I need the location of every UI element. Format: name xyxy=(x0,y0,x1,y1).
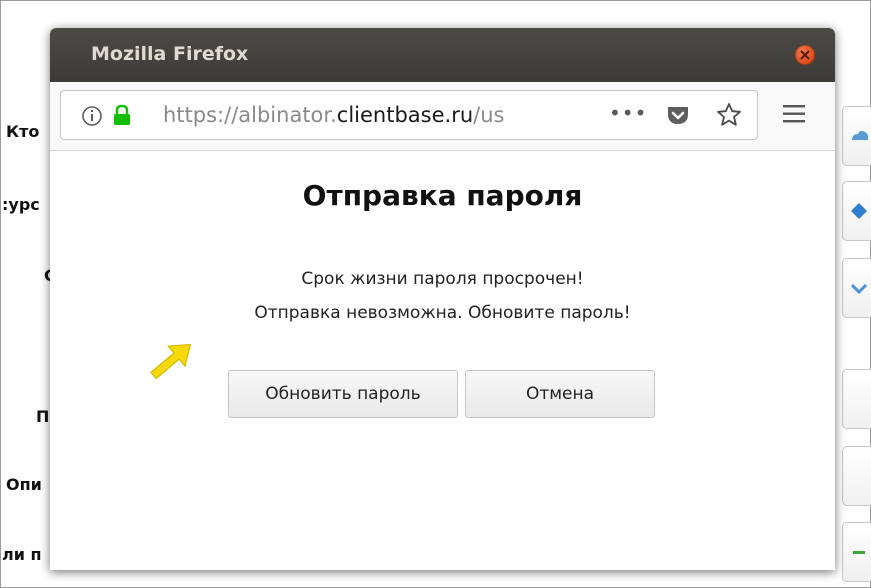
close-icon xyxy=(800,50,810,60)
page-actions-button[interactable]: ••• xyxy=(609,101,647,125)
dialog-message-line-1: Срок жизни пароля просрочен! xyxy=(301,269,584,289)
firefox-popup-window: Mozilla Firefox https://albinator.client… xyxy=(50,28,835,570)
arrow-pointer-icon xyxy=(150,343,192,380)
bg-label-p: П xyxy=(36,407,50,426)
window-titlebar[interactable]: Mozilla Firefox xyxy=(50,28,835,82)
bg-label-or: ли п xyxy=(2,545,42,564)
close-button[interactable] xyxy=(795,45,815,65)
lock-icon[interactable] xyxy=(112,104,132,126)
bg-label-who: Кто xyxy=(6,122,40,141)
window-title: Mozilla Firefox xyxy=(91,43,249,65)
cancel-button[interactable]: Отмена xyxy=(465,370,655,418)
bg-toolbar-button-3[interactable] xyxy=(842,258,871,318)
diamond-icon xyxy=(851,203,867,219)
update-password-button[interactable]: Обновить пароль xyxy=(228,370,458,418)
navigation-bar: https://albinator.clientbase.ru/us ••• xyxy=(50,82,835,151)
bg-label-desc: Опи xyxy=(6,475,42,494)
bg-toolbar-button-4[interactable] xyxy=(842,369,871,429)
url-suffix: /us xyxy=(473,103,505,127)
hamburger-menu-icon[interactable] xyxy=(783,104,805,124)
bg-label-course: :урс xyxy=(2,195,40,214)
url-domain: clientbase.ru xyxy=(336,103,474,127)
dialog-content: Отправка пароля Срок жизни пароля просро… xyxy=(50,151,835,570)
url-bar[interactable]: https://albinator.clientbase.ru/us ••• xyxy=(60,90,758,140)
dialog-message-line-2: Отправка невозможна. Обновите пароль! xyxy=(254,303,631,323)
info-icon[interactable] xyxy=(81,105,103,127)
chevron-down-icon xyxy=(850,283,868,295)
plus-icon xyxy=(853,551,865,554)
cloud-icon xyxy=(852,130,869,140)
bg-toolbar-button-5[interactable] xyxy=(842,446,871,506)
url-fade xyxy=(541,97,601,133)
url-prefix: https://albinator. xyxy=(163,103,337,127)
dialog-title: Отправка пароля xyxy=(302,179,583,212)
bookmark-star-icon[interactable] xyxy=(716,102,742,128)
bg-toolbar-button-1[interactable] xyxy=(842,106,871,166)
bg-toolbar-button-6[interactable] xyxy=(842,522,871,582)
pocket-icon[interactable] xyxy=(666,104,690,126)
bg-toolbar-button-2[interactable] xyxy=(842,181,871,241)
url-text[interactable]: https://albinator.clientbase.ru/us xyxy=(163,103,591,127)
